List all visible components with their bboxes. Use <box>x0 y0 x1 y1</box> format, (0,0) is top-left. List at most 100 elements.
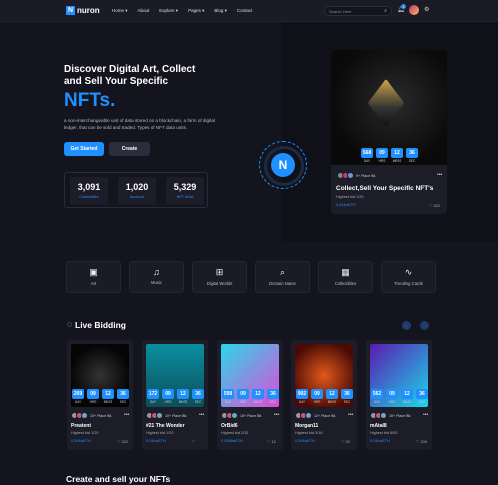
bid-card-title[interactable]: OrBid6 <box>221 423 238 429</box>
timer-unit: HRS <box>378 159 386 163</box>
more-icon[interactable]: ••• <box>423 412 428 418</box>
category-domain-name[interactable]: ⌕ Domain Name <box>255 261 310 293</box>
like-count: 12 <box>271 440 276 444</box>
category-trending-cards[interactable]: ∿ Trending Cards <box>381 261 436 293</box>
category-art[interactable]: ▣ Art <box>66 261 121 293</box>
search-input[interactable]: Search Here ⌕ <box>324 6 392 16</box>
category-music[interactable]: ♫ Music <box>129 261 184 293</box>
timer-value: 269 <box>72 389 84 399</box>
menu-pages[interactable]: Pages ▾ <box>188 8 204 14</box>
timer-unit: DAY <box>298 400 306 404</box>
featured-card[interactable]: 568 DAY 09 HRS 12 MIN'S 36 SEC 9+ Place Bit.… <box>331 50 447 214</box>
owner-avatars[interactable]: 16+ Place Bit. <box>370 412 411 419</box>
timer-value: 562 <box>371 389 383 399</box>
category-collectibles[interactable]: ▦ Collectibles <box>318 261 373 293</box>
bid-card[interactable]: 902 DAY 09 HRS 12 MIN'S 36 SEC 12+ Place Bit. •••… <box>291 340 357 450</box>
more-icon[interactable]: ••• <box>437 172 442 178</box>
bid-card[interactable]: 269 DAY 09 HRS 12 MIN'S 36 SEC 15+ Place Bit. •••… <box>67 340 133 450</box>
menu-blog[interactable]: Blog ▾ <box>214 8 227 14</box>
owner-avatars[interactable]: 9+ Place Bit. <box>337 172 376 179</box>
like-count: 322 <box>433 204 440 208</box>
search-icon[interactable]: ⌕ <box>384 8 387 14</box>
menu-contact[interactable]: Contact <box>237 8 253 14</box>
featured-title[interactable]: Collect,Sell Your Specific NFT's <box>336 185 433 192</box>
avatar[interactable] <box>409 5 419 15</box>
bell-icon[interactable]: 🔔︎ 6 <box>397 4 406 14</box>
timer-unit: MIN'S <box>178 400 188 404</box>
menu-explore[interactable]: Explore ▾ <box>159 8 178 14</box>
timer-unit: MIN'S <box>103 400 113 404</box>
avatar[interactable] <box>305 412 312 419</box>
like-button[interactable]: ♡ <box>192 439 195 444</box>
timer-unit: DAY <box>149 400 157 404</box>
map-icon: ⊞ <box>215 267 224 277</box>
gear-icon[interactable]: ⚙ <box>424 6 429 13</box>
bid-card[interactable]: 562 DAY 09 HRS 12 MIN'S 36 SEC 16+ Place Bit. •••… <box>366 340 432 450</box>
timer-value: 09 <box>237 389 249 399</box>
place-bit-text: 12+ Place Bit. <box>314 413 337 418</box>
bid-card[interactable]: 598 DAY 09 HRS 12 MIN'S 36 SEC 15+ Place Bit. •••… <box>217 340 283 450</box>
owner-avatars[interactable]: 15+ Place Bit. <box>71 412 112 419</box>
bid-card-title[interactable]: #21 The Wonder <box>146 423 185 429</box>
bid-card-title[interactable]: Morgan11 <box>295 423 318 429</box>
bid-card-title[interactable]: mAtal8 <box>370 423 387 429</box>
heart-icon: ♡ <box>192 440 196 444</box>
get-started-button[interactable]: Get Started <box>64 142 104 156</box>
avatar[interactable] <box>347 172 354 179</box>
bid-card[interactable]: 172 DAY 09 HRS 12 MIN'S 36 SEC 10+ Place Bit. •••… <box>142 340 208 450</box>
next-arrow-icon[interactable]: → <box>420 321 429 330</box>
logo-text: nuron <box>77 6 100 15</box>
timer-unit: SEC <box>119 400 127 404</box>
more-icon[interactable]: ••• <box>199 412 204 418</box>
timer-unit: SEC <box>418 400 426 404</box>
category-digital-worlds[interactable]: ⊞ Digital Worlds <box>192 261 247 293</box>
avatar[interactable] <box>81 412 88 419</box>
menu-about[interactable]: About <box>138 8 150 14</box>
create-button[interactable]: Create <box>109 142 150 156</box>
prev-arrow-icon[interactable]: ← <box>402 321 411 330</box>
hero-title-accent: NFTs. <box>64 90 116 111</box>
logo[interactable]: N nuron <box>66 6 100 15</box>
like-button[interactable]: ♡ 322 <box>117 439 128 444</box>
bid-card-price: 0.244wETH <box>71 439 91 443</box>
timer-unit: MIN'S <box>253 400 263 404</box>
timer-value: 36 <box>341 389 353 399</box>
category-label: Art <box>90 281 97 286</box>
like-button[interactable]: ♡ 322 <box>429 203 440 208</box>
more-icon[interactable]: ••• <box>348 412 353 418</box>
avatar[interactable] <box>380 412 387 419</box>
like-button[interactable]: ♡ 20 <box>341 439 350 444</box>
like-button[interactable]: ♡ 205 <box>416 439 427 444</box>
timer-unit: DAY <box>373 400 381 404</box>
timer-value: 09 <box>386 389 398 399</box>
timer-value: 36 <box>117 389 129 399</box>
heart-icon: ♡ <box>416 440 420 444</box>
featured-timer: 568 DAY 09 HRS 12 MIN'S 36 SEC <box>361 148 418 163</box>
stat-auctions: 1,020 Auctions <box>118 177 156 205</box>
timer-value: 09 <box>162 389 174 399</box>
timer-value: 172 <box>147 389 159 399</box>
image-icon: ▣ <box>89 267 98 277</box>
live-indicator <box>67 322 72 327</box>
like-count: 205 <box>420 440 427 444</box>
timer-unit: SEC <box>269 400 277 404</box>
owner-avatars[interactable]: 12+ Place Bit. <box>295 412 336 419</box>
stats-panel: 3,091 Collectibles 1,020 Auctions 5,329 … <box>64 172 208 208</box>
bid-card-bid: Highest bid 3/16 <box>295 431 323 435</box>
timer-hours: 09 <box>376 148 388 158</box>
like-button[interactable]: ♡ 12 <box>267 439 276 444</box>
menu-home[interactable]: Home ▾ <box>112 8 128 14</box>
more-icon[interactable]: ••• <box>274 412 279 418</box>
activity-icon: ∿ <box>404 267 413 277</box>
more-icon[interactable]: ••• <box>124 412 129 418</box>
avatar[interactable] <box>231 412 238 419</box>
owner-avatars[interactable]: 15+ Place Bit. <box>221 412 262 419</box>
timer-unit: MIN'S <box>327 400 337 404</box>
bid-card-title[interactable]: Preatent <box>71 423 91 429</box>
avatar[interactable] <box>156 412 163 419</box>
bid-card-bid: Highest bid 1/20 <box>71 431 99 435</box>
live-bidding-title: Live Bidding <box>75 320 126 330</box>
owner-avatars[interactable]: 10+ Place Bit. <box>146 412 187 419</box>
timer-unit: HRS <box>388 400 396 404</box>
heart-icon: ♡ <box>117 440 121 444</box>
